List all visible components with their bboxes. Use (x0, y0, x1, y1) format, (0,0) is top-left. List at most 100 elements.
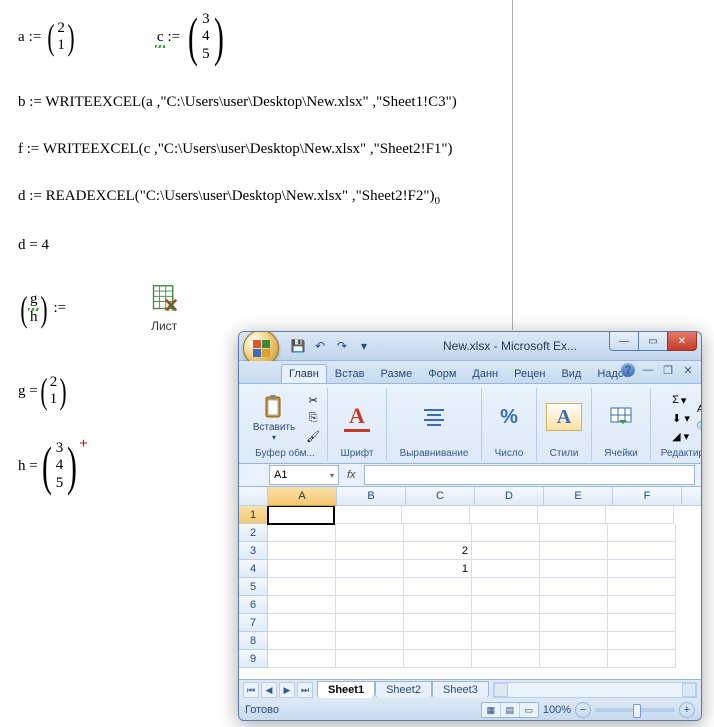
cell[interactable] (540, 614, 608, 632)
fill-button[interactable]: ⬇ ▾ (672, 410, 690, 426)
cell[interactable] (472, 578, 540, 596)
tab-home[interactable]: Главн (281, 364, 327, 383)
cell[interactable] (608, 650, 676, 668)
expr-d[interactable]: d := READEXCEL("C:\Users\user\Desktop\Ne… (18, 188, 696, 207)
qat-customize-icon[interactable]: ▾ (355, 337, 373, 355)
row-header[interactable]: 8 (239, 632, 268, 650)
cell[interactable] (268, 578, 336, 596)
cell[interactable] (540, 650, 608, 668)
sort-filter-button[interactable]: A▾ (694, 401, 702, 417)
row-header[interactable]: 1 (239, 506, 268, 524)
fx-icon[interactable]: fx (347, 469, 356, 481)
cell[interactable] (540, 560, 608, 578)
cell[interactable] (336, 578, 404, 596)
cell[interactable] (336, 596, 404, 614)
cell[interactable] (268, 614, 336, 632)
help-button[interactable]: ? (621, 363, 635, 377)
definition-c[interactable]: c := ( 3 4 5 ) (157, 10, 228, 64)
zoom-slider[interactable] (595, 708, 675, 712)
find-button[interactable]: 🔍 (694, 419, 702, 435)
cell[interactable] (404, 524, 472, 542)
tab-insert[interactable]: Встав (327, 364, 373, 383)
cell[interactable] (608, 542, 676, 560)
col-header[interactable]: D (475, 487, 544, 505)
cell[interactable] (268, 524, 336, 542)
cell[interactable] (472, 650, 540, 668)
excel-component[interactable]: X Лист (150, 284, 178, 333)
row-header[interactable]: 3 (239, 542, 268, 560)
zoom-out-button[interactable]: − (575, 702, 591, 718)
cell[interactable] (402, 506, 470, 524)
sheet-nav-first-icon[interactable]: ⏮ (243, 682, 259, 698)
sheet-tab[interactable]: Sheet1 (317, 681, 375, 698)
col-header[interactable]: C (406, 487, 475, 505)
col-header[interactable]: E (544, 487, 613, 505)
autosum-button[interactable]: Σ ▾ (672, 392, 686, 408)
row-header[interactable]: 7 (239, 614, 268, 632)
cell[interactable] (540, 596, 608, 614)
result-g[interactable]: g = ( 2 1 ) (18, 373, 69, 409)
cell[interactable] (608, 632, 676, 650)
cell[interactable] (608, 560, 676, 578)
view-pagebreak-icon[interactable]: ▭ (520, 703, 538, 717)
cell[interactable] (472, 542, 540, 560)
cell[interactable] (470, 506, 538, 524)
cell[interactable] (540, 524, 608, 542)
tab-review[interactable]: Рецен (506, 364, 553, 383)
cell[interactable] (472, 614, 540, 632)
cell[interactable] (404, 596, 472, 614)
cell[interactable] (608, 524, 676, 542)
close-button[interactable]: ✕ (667, 332, 697, 351)
cell[interactable] (538, 506, 606, 524)
cell[interactable] (404, 650, 472, 668)
result-d[interactable]: d = 4 (18, 237, 696, 254)
cell[interactable] (608, 578, 676, 596)
col-header[interactable]: F (613, 487, 682, 505)
cell[interactable] (472, 560, 540, 578)
tab-formulas[interactable]: Форм (420, 364, 464, 383)
cell[interactable] (472, 632, 540, 650)
cell[interactable] (540, 578, 608, 596)
copy-icon[interactable]: ⎘ (304, 410, 322, 426)
cell[interactable] (268, 560, 336, 578)
mdi-minimize[interactable]: — (641, 363, 655, 377)
titlebar[interactable]: 💾 ↶ ↷ ▾ New.xlsx - Microsoft Ex... — ▭ ✕ (239, 332, 701, 361)
horizontal-scrollbar[interactable] (493, 682, 697, 698)
maximize-button[interactable]: ▭ (638, 332, 668, 351)
cell[interactable] (608, 596, 676, 614)
alignment-button[interactable] (416, 401, 452, 435)
view-layout-icon[interactable]: ▤ (501, 703, 520, 717)
cell-C4[interactable]: 1 (404, 560, 472, 578)
cells-button[interactable] (603, 401, 639, 435)
row-header[interactable]: 2 (239, 524, 268, 542)
cell[interactable] (404, 632, 472, 650)
sheet-tab[interactable]: Sheet3 (432, 681, 489, 698)
format-painter-icon[interactable]: 🖌 (304, 428, 322, 444)
cell[interactable] (268, 632, 336, 650)
cell-styles-button[interactable]: A (541, 400, 587, 436)
row-header[interactable]: 9 (239, 650, 268, 668)
cell[interactable] (268, 596, 336, 614)
mdi-restore[interactable]: ❐ (661, 363, 675, 377)
sheet-nav-prev-icon[interactable]: ◀ (261, 682, 277, 698)
select-all-corner[interactable] (239, 487, 268, 505)
cell[interactable] (334, 506, 402, 524)
name-box[interactable]: A1 ▾ (269, 465, 339, 485)
cell[interactable] (404, 578, 472, 596)
sheet-tab[interactable]: Sheet2 (375, 681, 432, 698)
cell-C3[interactable]: 2 (404, 542, 472, 560)
cell[interactable] (336, 524, 404, 542)
clear-button[interactable]: ◢ ▾ (672, 428, 689, 444)
zoom-level[interactable]: 100% (543, 704, 571, 716)
cell[interactable] (336, 632, 404, 650)
cell[interactable] (472, 524, 540, 542)
cell[interactable] (472, 596, 540, 614)
cell[interactable] (540, 632, 608, 650)
row-header[interactable]: 5 (239, 578, 268, 596)
cell[interactable] (608, 614, 676, 632)
cell[interactable] (268, 542, 336, 560)
result-h[interactable]: h = ( 3 4 5 ) (18, 439, 81, 493)
tab-view[interactable]: Вид (553, 364, 589, 383)
cut-icon[interactable]: ✂ (304, 392, 322, 408)
col-header[interactable]: B (337, 487, 406, 505)
